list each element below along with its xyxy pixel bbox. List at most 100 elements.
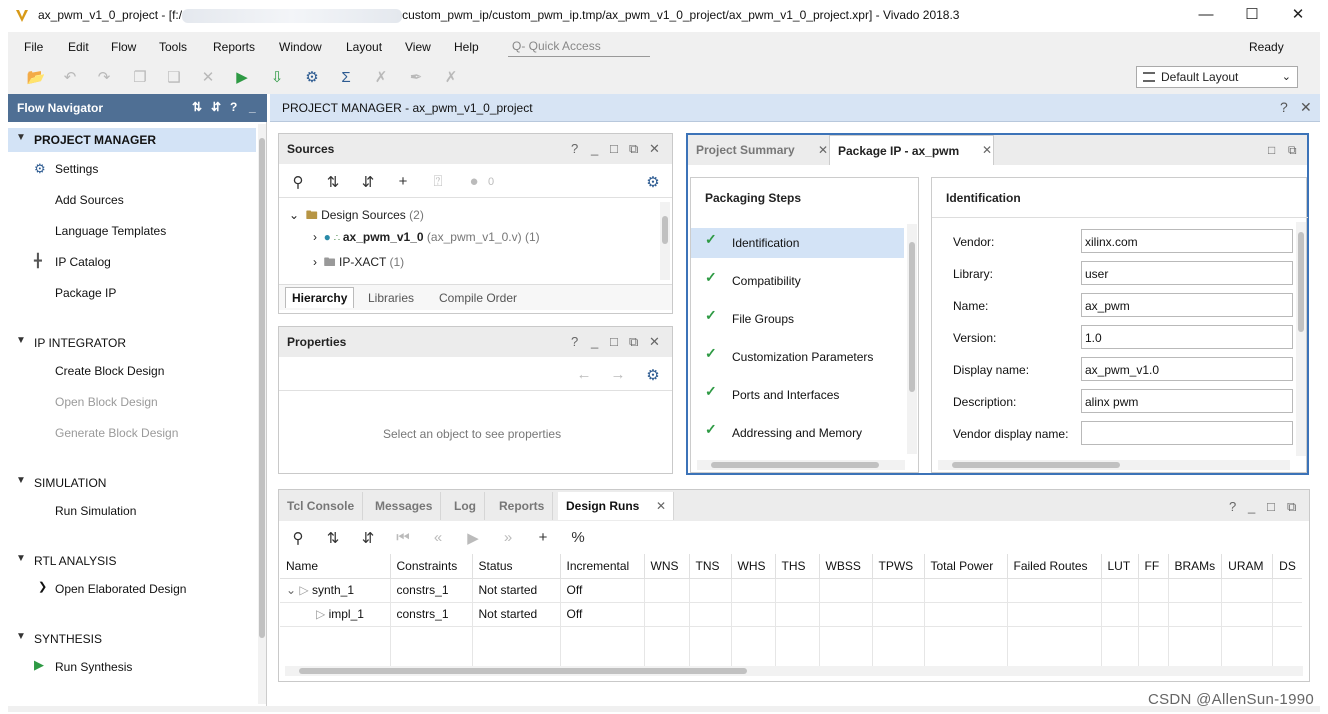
nav-scrollbar[interactable]: [258, 124, 266, 704]
close-window-button[interactable]: ✕: [1278, 4, 1318, 26]
expand-all-icon[interactable]: ⇵: [359, 173, 377, 191]
collapse-all-icon[interactable]: ⇅: [192, 100, 202, 114]
table-row[interactable]: ⌄ ▷ synth_1 constrs_1 Not started Off: [280, 578, 1302, 603]
col-ths[interactable]: THS: [775, 554, 820, 579]
tree-ipxact[interactable]: › 🖿 IP-XACT (1): [313, 253, 404, 274]
menu-help[interactable]: Help: [454, 40, 479, 54]
menu-view[interactable]: View: [405, 40, 431, 54]
menu-flow[interactable]: Flow: [111, 40, 136, 54]
forward-arrow-icon[interactable]: →: [609, 366, 627, 383]
sigma-report-icon[interactable]: Σ: [336, 68, 356, 88]
close-icon[interactable]: ✕: [974, 135, 1000, 165]
nav-item-ip-catalog[interactable]: IP Catalog: [55, 255, 111, 269]
collapse-all-icon[interactable]: ⇅: [324, 173, 342, 191]
float-icon[interactable]: ⧉: [1287, 499, 1296, 515]
col-tns[interactable]: TNS: [689, 554, 732, 579]
step-customization-parameters[interactable]: Customization Parameters: [732, 350, 873, 364]
undo-icon[interactable]: ↶: [60, 68, 80, 88]
collapse-all-icon[interactable]: ⇅: [324, 529, 342, 547]
chevron-down-icon[interactable]: ⌄: [286, 583, 296, 597]
col-status[interactable]: Status: [472, 554, 561, 579]
nav-item-open-block-design[interactable]: Open Block Design: [55, 395, 158, 409]
gear-icon[interactable]: ⚙: [644, 366, 662, 384]
help-icon[interactable]: ?: [1229, 499, 1236, 514]
percent-icon[interactable]: %: [569, 529, 587, 546]
float-icon[interactable]: ⧉: [629, 141, 638, 157]
step-compatibility[interactable]: Compatibility: [732, 274, 801, 288]
quick-access-input[interactable]: Q- Quick Access: [508, 35, 650, 57]
version-field[interactable]: 1.0: [1081, 325, 1293, 349]
search-icon[interactable]: ⚲: [289, 529, 307, 547]
vendor-field[interactable]: xilinx.com: [1081, 229, 1293, 253]
add-icon[interactable]: +: [534, 529, 552, 546]
table-row[interactable]: ▷ impl_1 constrs_1 Not started Off: [280, 602, 1302, 627]
maximize-button[interactable]: ☐: [1232, 4, 1272, 26]
help-icon[interactable]: ?: [571, 334, 578, 349]
nav-section-project-manager[interactable]: ▼ PROJECT MANAGER: [8, 128, 256, 152]
col-dsp[interactable]: DS: [1272, 554, 1302, 579]
settings-gear-icon[interactable]: ⚙: [302, 68, 322, 88]
tab-reports[interactable]: Reports: [491, 492, 554, 520]
minimize-panel-icon[interactable]: _: [249, 100, 256, 114]
maximize-icon[interactable]: □: [610, 334, 618, 349]
info-icon[interactable]: ⍰: [429, 173, 447, 190]
redo-icon[interactable]: ↷: [94, 68, 114, 88]
tab-log[interactable]: Log: [446, 492, 485, 520]
ident-scrollbar[interactable]: [1296, 222, 1306, 456]
maximize-icon[interactable]: □: [610, 141, 618, 156]
copy-icon[interactable]: ❐: [130, 68, 150, 88]
close-icon[interactable]: ✕: [1300, 99, 1312, 116]
tree-top-module[interactable]: › ● ∴ ax_pwm_v1_0 (ax_pwm_v1_0.v) (1): [313, 230, 540, 244]
tab-tcl-console[interactable]: Tcl Console: [279, 492, 364, 520]
close-icon[interactable]: ✕: [649, 334, 660, 350]
nav-item-create-block-design[interactable]: Create Block Design: [55, 364, 164, 378]
menu-reports[interactable]: Reports: [213, 40, 255, 54]
chevron-right-icon[interactable]: ❯: [38, 580, 47, 593]
nav-item-settings[interactable]: Settings: [55, 162, 98, 176]
steps-scrollbar[interactable]: [907, 224, 917, 454]
col-tpws[interactable]: TPWS: [872, 554, 925, 579]
col-name[interactable]: Name: [280, 554, 391, 579]
col-wns[interactable]: WNS: [644, 554, 690, 579]
first-icon[interactable]: ⏮: [394, 529, 412, 546]
menu-window[interactable]: Window: [279, 40, 322, 54]
program-download-icon[interactable]: ⇩: [267, 68, 287, 88]
vendor-display-name-field[interactable]: [1081, 421, 1293, 445]
minimize-button[interactable]: —: [1186, 4, 1226, 26]
close-icon[interactable]: ✕: [656, 499, 666, 513]
run-icon[interactable]: ▶: [464, 529, 482, 547]
menu-tools[interactable]: Tools: [159, 40, 187, 54]
name-field[interactable]: ax_pwm: [1081, 293, 1293, 317]
step-identification[interactable]: Identification: [732, 236, 799, 250]
nav-section-simulation[interactable]: ▼ SIMULATION: [8, 471, 256, 495]
col-ff[interactable]: FF: [1138, 554, 1169, 579]
step-file-groups[interactable]: File Groups: [732, 312, 794, 326]
nav-item-language-templates[interactable]: Language Templates: [55, 224, 166, 238]
expand-all-icon[interactable]: ⇵: [211, 100, 221, 114]
nav-item-run-simulation[interactable]: Run Simulation: [55, 504, 136, 518]
nav-section-rtl-analysis[interactable]: ▼ RTL ANALYSIS: [8, 549, 256, 573]
step-ports-and-interfaces[interactable]: Ports and Interfaces: [732, 388, 839, 402]
tab-messages[interactable]: Messages: [367, 492, 442, 520]
nav-item-generate-block-design[interactable]: Generate Block Design: [55, 426, 178, 440]
tree-design-sources[interactable]: ⌄ 🖿 Design Sources (2): [289, 206, 424, 227]
open-project-icon[interactable]: 📂: [26, 68, 46, 88]
float-icon[interactable]: ⧉: [629, 334, 638, 350]
minimize-icon[interactable]: _: [591, 334, 598, 349]
col-uram[interactable]: URAM: [1221, 554, 1274, 579]
run-play-icon[interactable]: ▶: [232, 68, 252, 88]
sources-scrollbar[interactable]: [660, 202, 670, 280]
nav-item-package-ip[interactable]: Package IP: [55, 286, 116, 300]
library-field[interactable]: user: [1081, 261, 1293, 285]
col-failed-routes[interactable]: Failed Routes: [1007, 554, 1102, 579]
col-wbss[interactable]: WBSS: [819, 554, 873, 579]
tab-project-summary[interactable]: Project Summary: [688, 135, 803, 165]
ident-hscrollbar[interactable]: [938, 460, 1290, 470]
display-name-field[interactable]: ax_pwm_v1.0: [1081, 357, 1293, 381]
nav-section-synthesis[interactable]: ▼ SYNTHESIS: [8, 627, 256, 651]
help-icon[interactable]: ?: [230, 100, 237, 114]
back-arrow-icon[interactable]: ←: [575, 366, 593, 383]
float-icon[interactable]: ⧉: [1280, 135, 1305, 165]
minimize-icon[interactable]: _: [1248, 499, 1255, 514]
help-icon[interactable]: ?: [571, 141, 578, 156]
